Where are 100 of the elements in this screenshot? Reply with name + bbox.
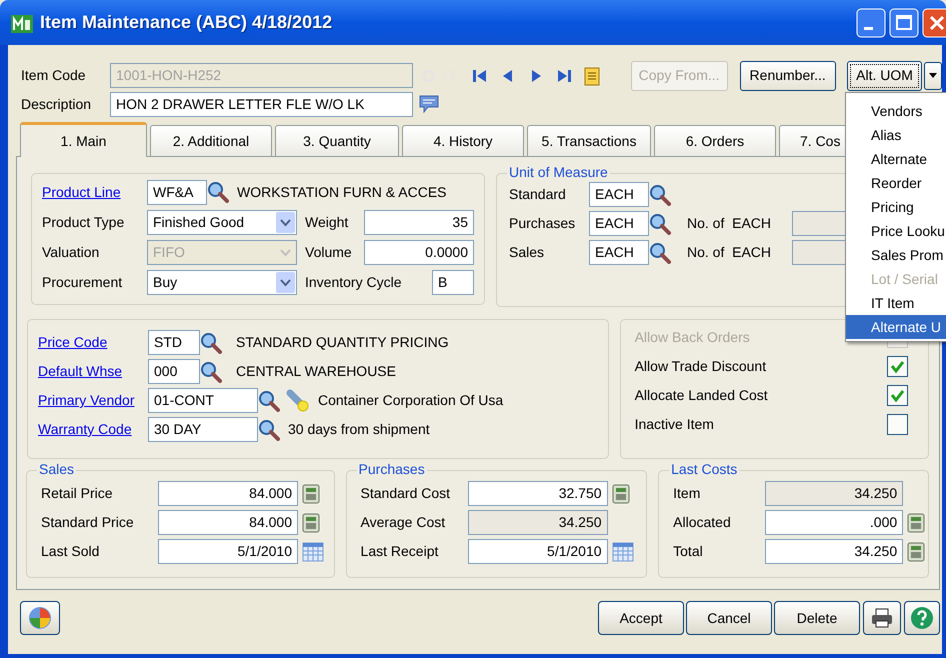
dropdown: FIFO: [147, 240, 297, 264]
search-icon[interactable]: [207, 181, 229, 203]
field-link[interactable]: Product Line: [42, 182, 147, 202]
caret-icon[interactable]: [929, 73, 938, 78]
notepad-icon[interactable]: [582, 66, 601, 86]
field-link[interactable]: Warranty Code: [38, 419, 148, 440]
field-label: Last Receipt: [360, 542, 440, 561]
field-label: Standard: [509, 185, 567, 204]
input-field[interactable]: 84.000: [158, 510, 298, 535]
menu-item[interactable]: Alternate U: [846, 315, 946, 339]
field-label: Average Cost: [360, 513, 446, 532]
windows-logo-icon[interactable]: [28, 606, 52, 630]
tab[interactable]: 5. Transactions: [527, 125, 651, 156]
toolbar-button[interactable]: Alt. UOM: [846, 60, 922, 90]
input-field: 34.250: [468, 510, 608, 535]
footer-button[interactable]: Accept: [598, 601, 684, 635]
description-text: WORKSTATION FURN & ACCES: [237, 182, 446, 202]
printer-icon[interactable]: [870, 607, 894, 629]
option-label: Allocate Landed Cost: [634, 386, 768, 405]
menu-item[interactable]: Pricing: [846, 195, 946, 219]
input-field[interactable]: WF&A: [147, 180, 207, 204]
input-field[interactable]: 34.250: [765, 539, 904, 564]
menu-item[interactable]: IT Item: [846, 291, 946, 315]
tab[interactable]: 4. History: [402, 125, 524, 156]
input-field[interactable]: STD: [148, 330, 200, 355]
input-field: 34.250: [765, 481, 904, 506]
calculator-icon[interactable]: [907, 542, 926, 562]
field-link[interactable]: Default Whse: [38, 361, 148, 382]
calculator-icon[interactable]: [612, 484, 630, 504]
input-field[interactable]: HON 2 DRAWER LETTER FLE W/O LK: [110, 92, 413, 116]
dropdown[interactable]: Buy: [147, 270, 297, 294]
close-icon[interactable]: [922, 8, 946, 38]
input-field[interactable]: .000: [765, 510, 904, 535]
search-icon[interactable]: [200, 332, 222, 354]
input-field[interactable]: 84.000: [158, 481, 298, 506]
input-field[interactable]: 5/1/2010: [158, 539, 298, 564]
dropdown[interactable]: Finished Good: [147, 210, 297, 234]
speech-bubble-icon[interactable]: [418, 93, 440, 115]
print-button[interactable]: [863, 601, 901, 635]
minimize-icon[interactable]: [856, 8, 886, 38]
search-icon[interactable]: [200, 360, 222, 382]
menu-item[interactable]: Price Looku: [846, 219, 946, 243]
input-field[interactable]: 01-CONT: [148, 388, 258, 413]
checkbox[interactable]: [887, 385, 908, 406]
field-label: Inventory Cycle: [305, 272, 402, 292]
footer-button[interactable]: Delete: [774, 601, 860, 635]
field-label: Weight: [305, 212, 350, 232]
input-field[interactable]: 000: [148, 359, 200, 384]
menu-item[interactable]: Sales Prom: [846, 243, 946, 267]
checkbox[interactable]: [887, 356, 908, 377]
description-text: CENTRAL WAREHOUSE: [236, 362, 396, 381]
input-field[interactable]: 0.0000: [364, 240, 474, 264]
field-label: Procurement: [42, 272, 124, 292]
calendar-icon[interactable]: [612, 542, 634, 562]
calculator-icon[interactable]: [302, 512, 320, 532]
description-text: 30 days from shipment: [288, 420, 430, 439]
toolbar-button[interactable]: Renumber...: [740, 60, 836, 90]
input-field[interactable]: EACH: [589, 240, 649, 265]
menu-item[interactable]: Reorder: [846, 171, 946, 195]
tab[interactable]: 2. Additional: [150, 125, 272, 156]
input-field[interactable]: EACH: [589, 211, 649, 236]
checkbox[interactable]: [887, 414, 908, 435]
field-link[interactable]: Price Code: [38, 332, 148, 353]
start-button[interactable]: [20, 601, 60, 635]
option-label: Allow Back Orders: [634, 328, 750, 347]
search-icon[interactable]: [649, 212, 671, 234]
input-field[interactable]: 5/1/2010: [468, 539, 608, 564]
field-label: Valuation: [42, 242, 100, 262]
description-text: STANDARD QUANTITY PRICING: [236, 333, 449, 352]
field-link[interactable]: Primary Vendor: [38, 390, 148, 411]
search-icon[interactable]: [649, 184, 671, 206]
footer-button[interactable]: Cancel: [686, 601, 772, 635]
input-field[interactable]: EACH: [589, 182, 649, 207]
dropdown-button[interactable]: [924, 62, 942, 90]
tab[interactable]: 6. Orders: [654, 125, 776, 156]
calculator-icon[interactable]: [302, 484, 320, 504]
input-field[interactable]: 30 DAY: [148, 417, 258, 442]
field-label: Allocated: [673, 513, 732, 532]
input-field[interactable]: 32.750: [468, 481, 608, 506]
tab[interactable]: 1. Main: [20, 122, 147, 157]
maximize-icon[interactable]: [889, 8, 919, 38]
menu-item[interactable]: Alternate: [846, 147, 946, 171]
search-icon[interactable]: [258, 390, 280, 412]
search-icon[interactable]: [649, 242, 671, 264]
chevron-down-icon[interactable]: [276, 272, 295, 292]
calendar-icon[interactable]: [302, 542, 324, 562]
help-icon[interactable]: [910, 606, 934, 630]
search-icon[interactable]: [258, 418, 280, 440]
field-label: Standard Cost: [360, 484, 452, 503]
description-text: Container Corporation Of Usa: [318, 391, 504, 410]
menu-item[interactable]: Vendors: [846, 99, 946, 123]
help-button[interactable]: [904, 601, 940, 635]
option-label: Allow Trade Discount: [634, 357, 766, 376]
field-label: Sales: [509, 243, 546, 262]
input-field[interactable]: B: [432, 270, 474, 294]
chevron-down-icon[interactable]: [276, 212, 295, 232]
menu-item[interactable]: Alias: [846, 123, 946, 147]
input-field[interactable]: 35: [364, 210, 474, 234]
tab[interactable]: 3. Quantity: [275, 125, 399, 156]
calculator-icon[interactable]: [907, 512, 926, 532]
